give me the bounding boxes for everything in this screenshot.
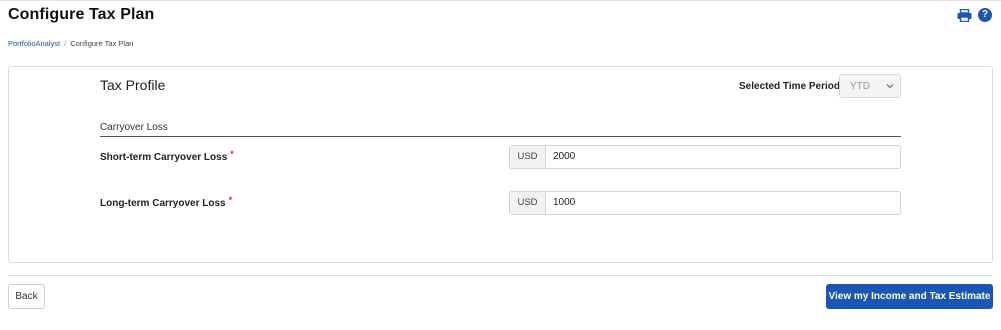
time-period-select[interactable]: YTD [839,74,901,98]
long-term-carryover-label-text: Long-term Carryover Loss [100,198,226,209]
breadcrumb-link-portfolioanalyst[interactable]: PortfolioAnalyst [8,39,60,48]
view-income-tax-estimate-button[interactable]: View my Income and Tax Estimate [826,284,993,309]
required-marker: * [230,149,234,159]
tax-profile-title: Tax Profile [100,77,166,93]
long-term-carryover-input[interactable]: 1000 [546,192,900,214]
short-term-carryover-input[interactable]: 2000 [546,146,900,168]
short-term-carryover-label-text: Short-term Carryover Loss [100,152,228,163]
short-term-carryover-input-group: USD 2000 [509,145,901,169]
top-divider [0,0,1001,1]
required-marker: * [228,195,233,205]
footer-divider [8,275,993,276]
long-term-carryover-input-group: USD 1000 [509,191,901,215]
time-period-label: Selected Time Period [739,81,840,92]
back-button[interactable]: Back [8,284,45,309]
carryover-loss-section-label: Carryover Loss [100,122,168,133]
currency-addon: USD [510,192,546,214]
long-term-carryover-label: Long-term Carryover Loss * [100,195,233,209]
currency-addon: USD [510,146,546,168]
section-divider [100,136,901,137]
short-term-carryover-label: Short-term Carryover Loss * [100,149,234,163]
printer-icon[interactable] [957,9,972,22]
breadcrumb-current: Configure Tax Plan [70,39,134,48]
help-icon[interactable]: ? [978,8,992,22]
breadcrumb: PortfolioAnalyst / Configure Tax Plan [8,39,133,48]
page-title: Configure Tax Plan [8,6,155,23]
breadcrumb-separator: / [64,39,67,48]
chevron-down-icon [886,84,894,89]
time-period-value: YTD [850,81,870,92]
